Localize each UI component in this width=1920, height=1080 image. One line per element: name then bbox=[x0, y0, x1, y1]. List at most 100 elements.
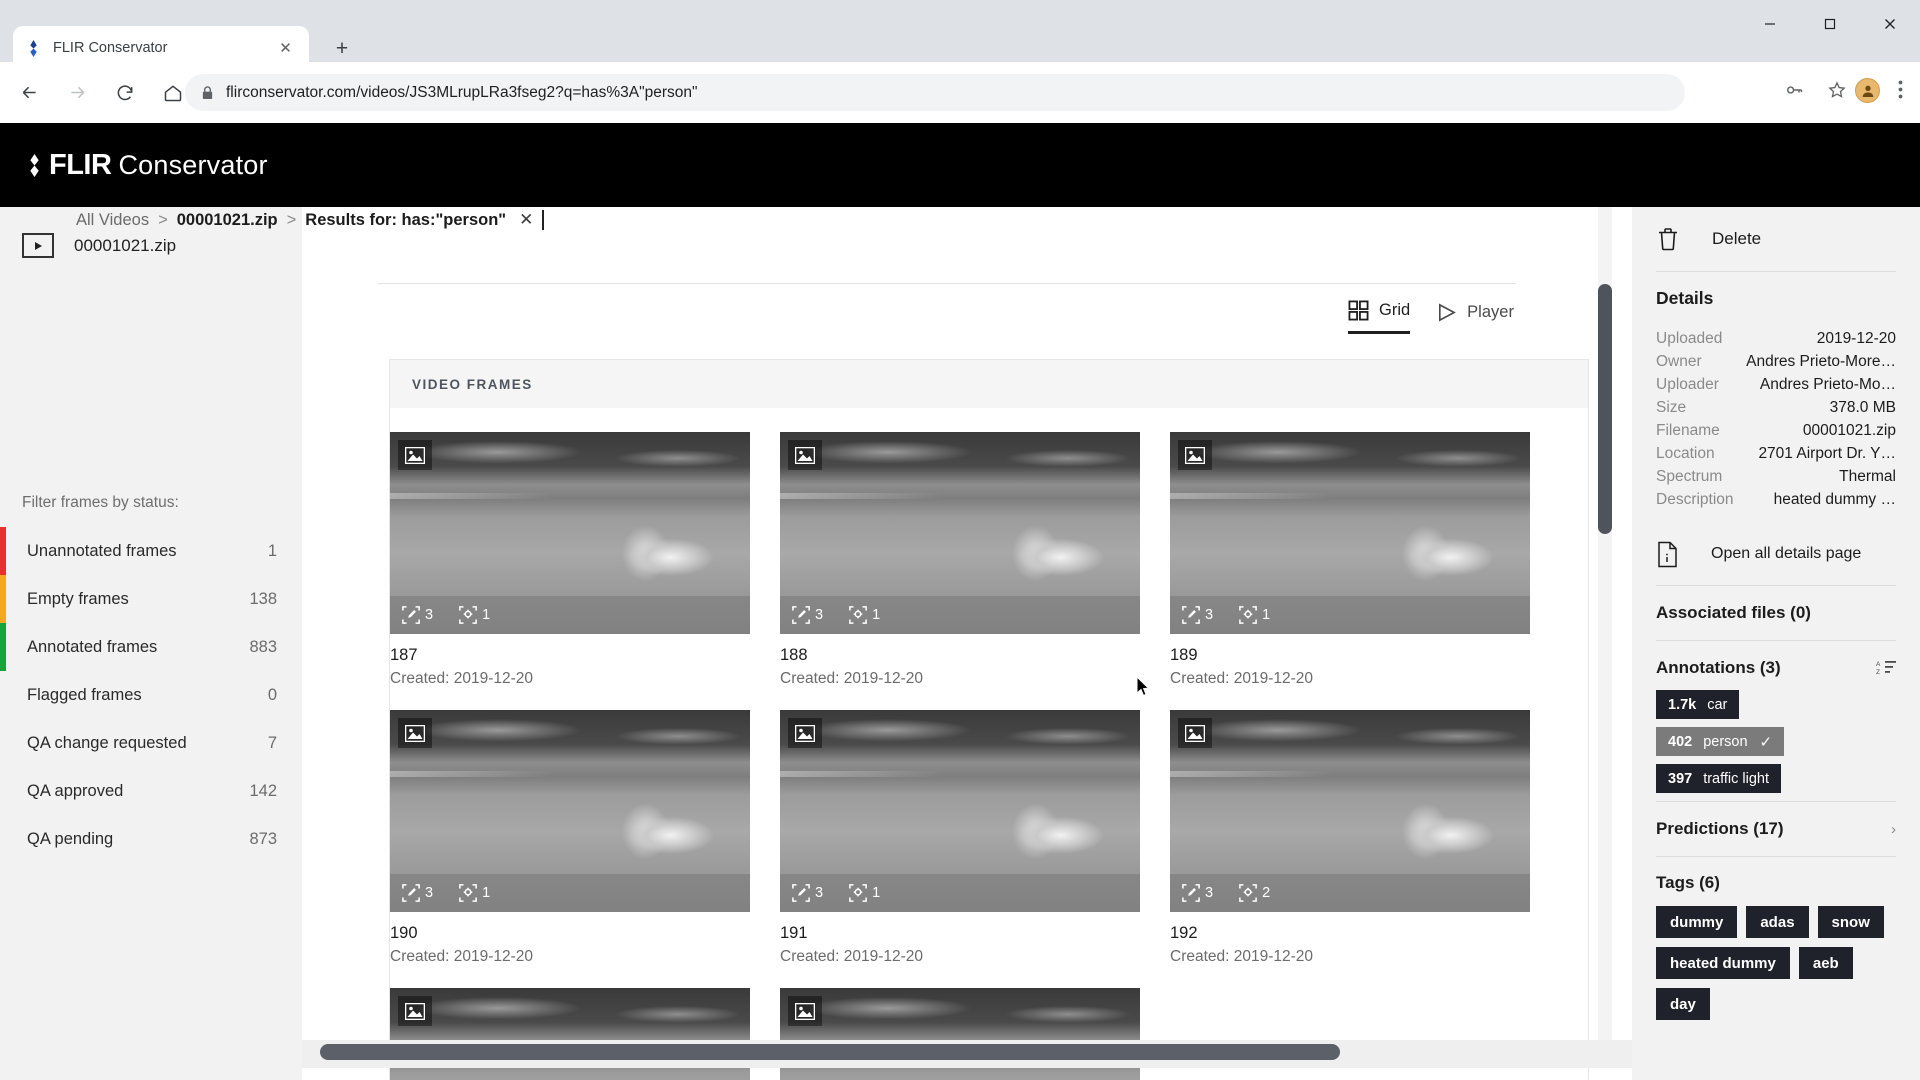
grid-icon bbox=[1348, 300, 1369, 321]
view-mode-grid[interactable]: Grid bbox=[1348, 300, 1411, 334]
frame-card[interactable]: 3 1 188 Created: 2019-12-20 bbox=[780, 432, 1170, 688]
browser-tabstrip: FLIR Conservator ✕ + bbox=[0, 0, 1920, 70]
open-all-details-button[interactable]: Open all details page bbox=[1656, 523, 1896, 585]
detail-value: Andres Prieto-Mo… bbox=[1759, 376, 1896, 393]
left-sidebar: 00001021.zip Filter frames by status: Un… bbox=[0, 207, 302, 1080]
detail-row-owner: Owner Andres Prieto-More… bbox=[1656, 350, 1896, 373]
frame-thumbnail[interactable]: 31 bbox=[390, 432, 750, 634]
prediction-count-badge: 1 bbox=[459, 884, 490, 902]
view-mode-grid-label: Grid bbox=[1379, 301, 1411, 319]
tags-title: Tags (6) bbox=[1656, 873, 1720, 892]
tag-chip[interactable]: heated dummy bbox=[1656, 947, 1790, 979]
prediction-target-icon bbox=[1239, 884, 1257, 902]
frame-number: 191 bbox=[780, 924, 808, 942]
annotation-chip-person[interactable]: 402 person ✓ bbox=[1656, 727, 1785, 756]
tag-chip[interactable]: day bbox=[1656, 988, 1710, 1020]
new-tab-icon[interactable]: + bbox=[327, 34, 357, 64]
road-streaks bbox=[390, 770, 750, 777]
key-icon[interactable] bbox=[1784, 80, 1804, 105]
frame-card[interactable]: 3 1 191 Created: 2019-12-20 bbox=[780, 710, 1170, 966]
frame-badges: 32 bbox=[1170, 874, 1530, 912]
reload-icon[interactable] bbox=[106, 74, 144, 112]
url-text: flirconservator.com/videos/JS3MLrupLRa3f… bbox=[226, 83, 698, 101]
prediction-count-value: 1 bbox=[482, 607, 491, 623]
svg-text:Z: Z bbox=[1876, 669, 1880, 676]
annotation-count-badge: 3 bbox=[402, 884, 433, 902]
frame-badges: 31 bbox=[780, 874, 1140, 912]
frame-thumbnail[interactable]: 31 bbox=[390, 710, 750, 912]
panel-divider bbox=[1656, 271, 1896, 272]
prediction-count-value: 1 bbox=[482, 885, 491, 901]
status-count: 873 bbox=[249, 829, 277, 848]
predictions-row[interactable]: Predictions (17) › bbox=[1656, 802, 1896, 856]
video-file-header[interactable]: 00001021.zip bbox=[22, 233, 176, 258]
window-minimize-button[interactable] bbox=[1740, 0, 1800, 48]
frame-thumbnail[interactable]: 31 bbox=[780, 710, 1140, 912]
detail-row-spectrum: Spectrum Thermal bbox=[1656, 465, 1896, 488]
details-table: Uploaded 2019-12-20 Owner Andres Prieto-… bbox=[1656, 327, 1896, 511]
frame-thumbnail[interactable]: 31 bbox=[780, 432, 1140, 634]
sidebar-item-flagged-frames[interactable]: Flagged frames 0 bbox=[0, 671, 302, 719]
view-mode-toggle: Grid Player bbox=[1348, 300, 1514, 334]
tag-chip[interactable]: aeb bbox=[1798, 947, 1853, 979]
clear-search-icon[interactable]: ✕ bbox=[519, 210, 533, 230]
window-maximize-button[interactable] bbox=[1800, 0, 1860, 48]
frame-card[interactable]: 3 1 189 Created: 2019-12-20 bbox=[1170, 432, 1560, 688]
sidebar-item-qa-pending[interactable]: QA pending 873 bbox=[0, 815, 302, 863]
forward-arrow-icon[interactable] bbox=[58, 74, 96, 112]
prediction-target-icon bbox=[1239, 606, 1257, 624]
vertical-scrollbar-thumb[interactable] bbox=[1598, 284, 1612, 534]
frame-card[interactable]: 3 2 192 Created: 2019-12-20 bbox=[1170, 710, 1560, 966]
prediction-count-badge: 1 bbox=[459, 606, 490, 624]
window-close-button[interactable] bbox=[1860, 0, 1920, 48]
delete-button[interactable]: Delete bbox=[1656, 207, 1896, 271]
address-bar[interactable]: flirconservator.com/videos/JS3MLrupLRa3f… bbox=[185, 74, 1685, 111]
view-mode-player[interactable]: Player bbox=[1436, 302, 1514, 333]
video-frames-title: VIDEO FRAMES bbox=[412, 376, 533, 392]
breadcrumb-file[interactable]: 00001021.zip bbox=[177, 211, 278, 230]
flir-conservator-logo[interactable]: FLIR Conservator bbox=[22, 149, 268, 182]
status-label: Flagged frames bbox=[27, 685, 142, 704]
mouse-cursor bbox=[1136, 676, 1150, 697]
tag-chip[interactable]: dummy bbox=[1656, 906, 1738, 938]
detail-key: Location bbox=[1656, 445, 1715, 462]
image-placeholder-icon bbox=[398, 440, 432, 470]
sort-az-icon[interactable]: A Z bbox=[1876, 659, 1896, 677]
detail-row-filename: Filename 00001021.zip bbox=[1656, 419, 1896, 442]
frame-card[interactable]: 3 1 190 Created: 2019-12-20 bbox=[390, 710, 780, 966]
annotation-chip-traffic-light[interactable]: 397 traffic light bbox=[1656, 764, 1782, 793]
detail-value: heated dummy … bbox=[1773, 491, 1896, 508]
annotation-pencil-icon bbox=[792, 884, 810, 902]
sidebar-item-qa-change-requested[interactable]: QA change requested 7 bbox=[0, 719, 302, 767]
sidebar-item-empty-frames[interactable]: Empty frames 138 bbox=[0, 575, 302, 623]
sidebar-item-annotated-frames[interactable]: Annotated frames 883 bbox=[0, 623, 302, 671]
browser-chrome: FLIR Conservator ✕ + flirconservator.com… bbox=[0, 0, 1920, 123]
tab-close-icon[interactable]: ✕ bbox=[274, 37, 297, 60]
profile-avatar-icon[interactable] bbox=[1855, 78, 1880, 103]
frame-created-date: Created: 2019-12-20 bbox=[780, 670, 924, 687]
breadcrumb-all-videos[interactable]: All Videos bbox=[76, 211, 149, 230]
tag-chip[interactable]: snow bbox=[1817, 906, 1884, 938]
frame-number: 192 bbox=[1170, 924, 1198, 942]
annotations-title: Annotations (3) bbox=[1656, 658, 1781, 677]
prediction-count-value: 1 bbox=[872, 607, 881, 623]
frame-thumbnail[interactable]: 31 bbox=[1170, 432, 1530, 634]
frame-created-date: Created: 2019-12-20 bbox=[390, 948, 534, 965]
prediction-target-icon bbox=[459, 606, 477, 624]
annotation-chip-car[interactable]: 1.7k car bbox=[1656, 690, 1740, 719]
frame-number: 188 bbox=[780, 646, 808, 664]
prediction-count-badge: 2 bbox=[1239, 884, 1270, 902]
bookmark-star-icon[interactable] bbox=[1827, 80, 1847, 105]
frame-card[interactable]: 3 1 187 Created: 2019-12-20 bbox=[390, 432, 780, 688]
sidebar-item-unannotated-frames[interactable]: Unannotated frames 1 bbox=[0, 527, 302, 575]
associated-files-title[interactable]: Associated files (0) bbox=[1656, 586, 1896, 640]
kebab-menu-icon[interactable] bbox=[1892, 80, 1908, 99]
back-arrow-icon[interactable] bbox=[10, 74, 48, 112]
details-title: Details bbox=[1656, 288, 1714, 308]
frame-thumbnail[interactable]: 32 bbox=[1170, 710, 1530, 912]
sidebar-item-qa-approved[interactable]: QA approved 142 bbox=[0, 767, 302, 815]
horizontal-scrollbar-thumb[interactable] bbox=[320, 1044, 1340, 1060]
video-file-name: 00001021.zip bbox=[74, 235, 177, 255]
browser-tab-title: FLIR Conservator bbox=[53, 40, 168, 56]
tag-chip[interactable]: adas bbox=[1746, 906, 1809, 938]
